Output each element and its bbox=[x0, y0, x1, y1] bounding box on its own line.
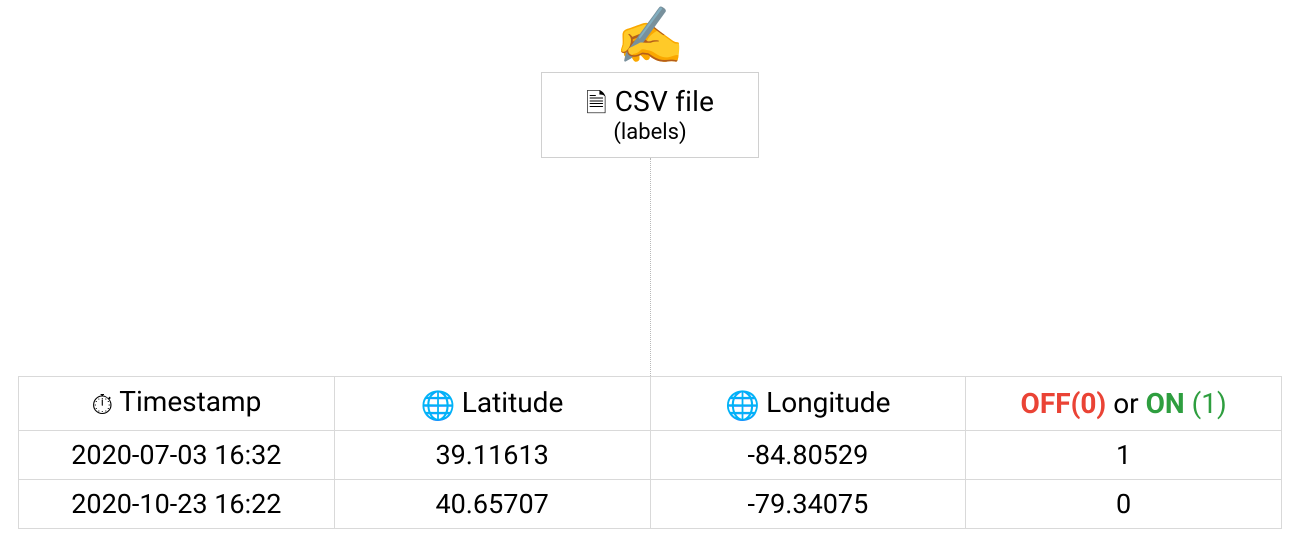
cell-timestamp: 2020-07-03 16:32 bbox=[19, 431, 335, 480]
csv-file-title: CSV file bbox=[615, 85, 714, 118]
cell-longitude: -84.80529 bbox=[650, 431, 966, 480]
table-row: 2020-10-23 16:22 40.65707 -79.34075 0 bbox=[19, 480, 1282, 529]
or-text: or bbox=[1106, 387, 1145, 420]
cell-latitude: 39.11613 bbox=[334, 431, 650, 480]
on-text: ON bbox=[1146, 387, 1185, 420]
globe-icon: 🌐 bbox=[421, 389, 456, 422]
connector-line bbox=[650, 158, 651, 376]
off-value: (0) bbox=[1071, 387, 1107, 420]
table-row: 2020-07-03 16:32 39.11613 -84.80529 1 bbox=[19, 431, 1282, 480]
on-value: (1) bbox=[1185, 387, 1227, 420]
col-header-longitude-text: Longitude bbox=[766, 386, 890, 419]
col-header-timestamp-text: Timestamp bbox=[119, 385, 261, 418]
cell-label: 0 bbox=[966, 480, 1282, 529]
cell-latitude: 40.65707 bbox=[334, 480, 650, 529]
stopwatch-icon: ⏱ bbox=[91, 388, 113, 422]
cell-longitude: -79.34075 bbox=[650, 480, 966, 529]
table-header-row: ⏱Timestamp 🌐Latitude 🌐Longitude OFF(0) o… bbox=[19, 377, 1282, 431]
cell-label: 1 bbox=[966, 431, 1282, 480]
col-header-longitude: 🌐Longitude bbox=[650, 377, 966, 431]
document-icon: 🗎 bbox=[586, 91, 607, 117]
col-header-label: OFF(0) or ON (1) bbox=[966, 377, 1282, 431]
off-text: OFF bbox=[1021, 387, 1071, 420]
diagram-canvas: ✍️ 🗎 CSV file (labels) ⏱Timestamp 🌐Latit… bbox=[0, 0, 1300, 553]
writing-hand-icon: ✍️ bbox=[615, 8, 685, 64]
csv-file-title-row: 🗎 CSV file bbox=[586, 85, 714, 118]
globe-icon: 🌐 bbox=[725, 389, 760, 422]
labels-table: ⏱Timestamp 🌐Latitude 🌐Longitude OFF(0) o… bbox=[18, 376, 1282, 529]
col-header-timestamp: ⏱Timestamp bbox=[19, 377, 335, 431]
cell-timestamp: 2020-10-23 16:22 bbox=[19, 480, 335, 529]
csv-file-node: 🗎 CSV file (labels) bbox=[541, 72, 759, 158]
col-header-latitude-text: Latitude bbox=[462, 386, 564, 419]
col-header-latitude: 🌐Latitude bbox=[334, 377, 650, 431]
csv-file-subtitle: (labels) bbox=[613, 120, 686, 145]
